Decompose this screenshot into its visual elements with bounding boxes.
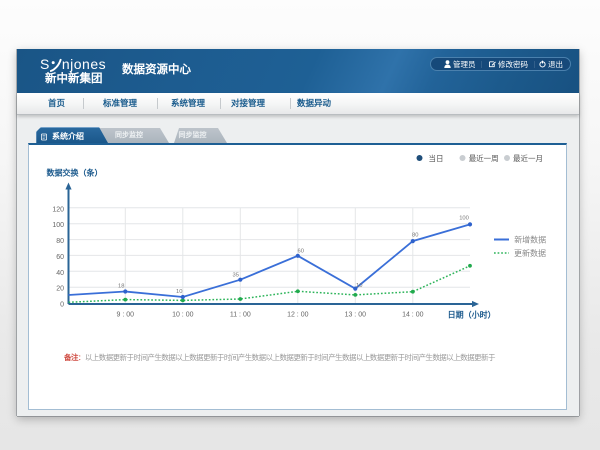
svg-text:14 : 00: 14 : 00 [402, 312, 424, 319]
svg-text:20: 20 [56, 286, 64, 293]
svg-text:11 : 00: 11 : 00 [230, 312, 251, 319]
svg-text:9 : 00: 9 : 00 [117, 312, 135, 319]
svg-text:更新数据: 更新数据 [514, 248, 546, 258]
svg-text:60: 60 [56, 254, 64, 261]
svg-text:35: 35 [233, 272, 239, 278]
svg-text:10: 10 [356, 283, 362, 289]
svg-text:18: 18 [118, 284, 124, 290]
svg-text:120: 120 [52, 206, 64, 213]
svg-text:40: 40 [56, 270, 64, 277]
svg-text:100: 100 [52, 222, 64, 229]
svg-text:10: 10 [176, 289, 182, 295]
svg-text:80: 80 [56, 238, 64, 245]
svg-text:最近一月: 最近一月 [513, 153, 543, 163]
svg-text:0: 0 [60, 302, 64, 309]
svg-text:新增数据: 新增数据 [514, 234, 546, 244]
svg-text:12 : 00: 12 : 00 [287, 312, 309, 319]
svg-text:当日: 当日 [429, 153, 444, 163]
svg-text:最近一周: 最近一周 [469, 153, 499, 163]
svg-text:数据交换（条）: 数据交换（条） [47, 168, 103, 178]
svg-text:日期（小时）: 日期（小时） [448, 310, 496, 320]
svg-text:13 : 00: 13 : 00 [345, 312, 367, 319]
svg-text:10 : 00: 10 : 00 [172, 312, 194, 319]
svg-text:100: 100 [459, 216, 469, 222]
svg-text:60: 60 [298, 249, 304, 255]
svg-text:80: 80 [412, 233, 418, 239]
